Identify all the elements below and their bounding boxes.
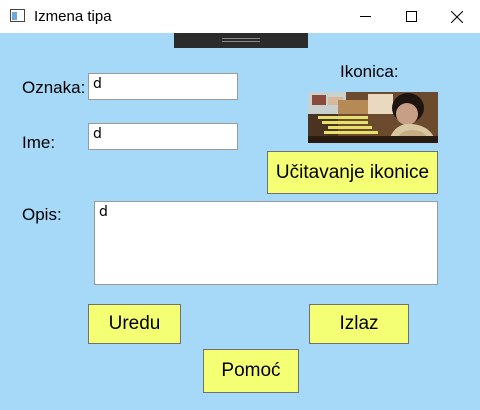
opis-textarea[interactable]: d bbox=[94, 201, 438, 285]
ime-input[interactable]: d bbox=[88, 123, 238, 150]
window-title: Izmena tipa bbox=[34, 8, 112, 25]
title-bar: Izmena tipa bbox=[0, 0, 480, 33]
app-window-icon bbox=[10, 9, 25, 22]
opis-label: Opis: bbox=[22, 205, 62, 224]
ok-button[interactable]: Uredu bbox=[88, 304, 181, 344]
maximize-icon bbox=[405, 11, 417, 22]
load-icon-button[interactable]: Učitavanje ikonice bbox=[267, 151, 438, 194]
ime-label: Ime: bbox=[22, 133, 56, 152]
oznaka-label: Oznaka: bbox=[22, 78, 86, 97]
oznaka-input[interactable]: d bbox=[88, 73, 238, 100]
toolbar-handle[interactable] bbox=[174, 33, 308, 48]
close-icon bbox=[451, 10, 463, 23]
minimize-button[interactable] bbox=[342, 0, 388, 33]
maximize-button[interactable] bbox=[388, 0, 434, 33]
close-button[interactable] bbox=[434, 0, 480, 33]
icon-preview-image bbox=[308, 92, 438, 143]
minimize-icon bbox=[359, 16, 371, 17]
ikonica-label: Ikonica: bbox=[340, 62, 399, 81]
exit-button[interactable]: Izlaz bbox=[309, 304, 409, 344]
help-button[interactable]: Pomoć bbox=[203, 349, 299, 393]
